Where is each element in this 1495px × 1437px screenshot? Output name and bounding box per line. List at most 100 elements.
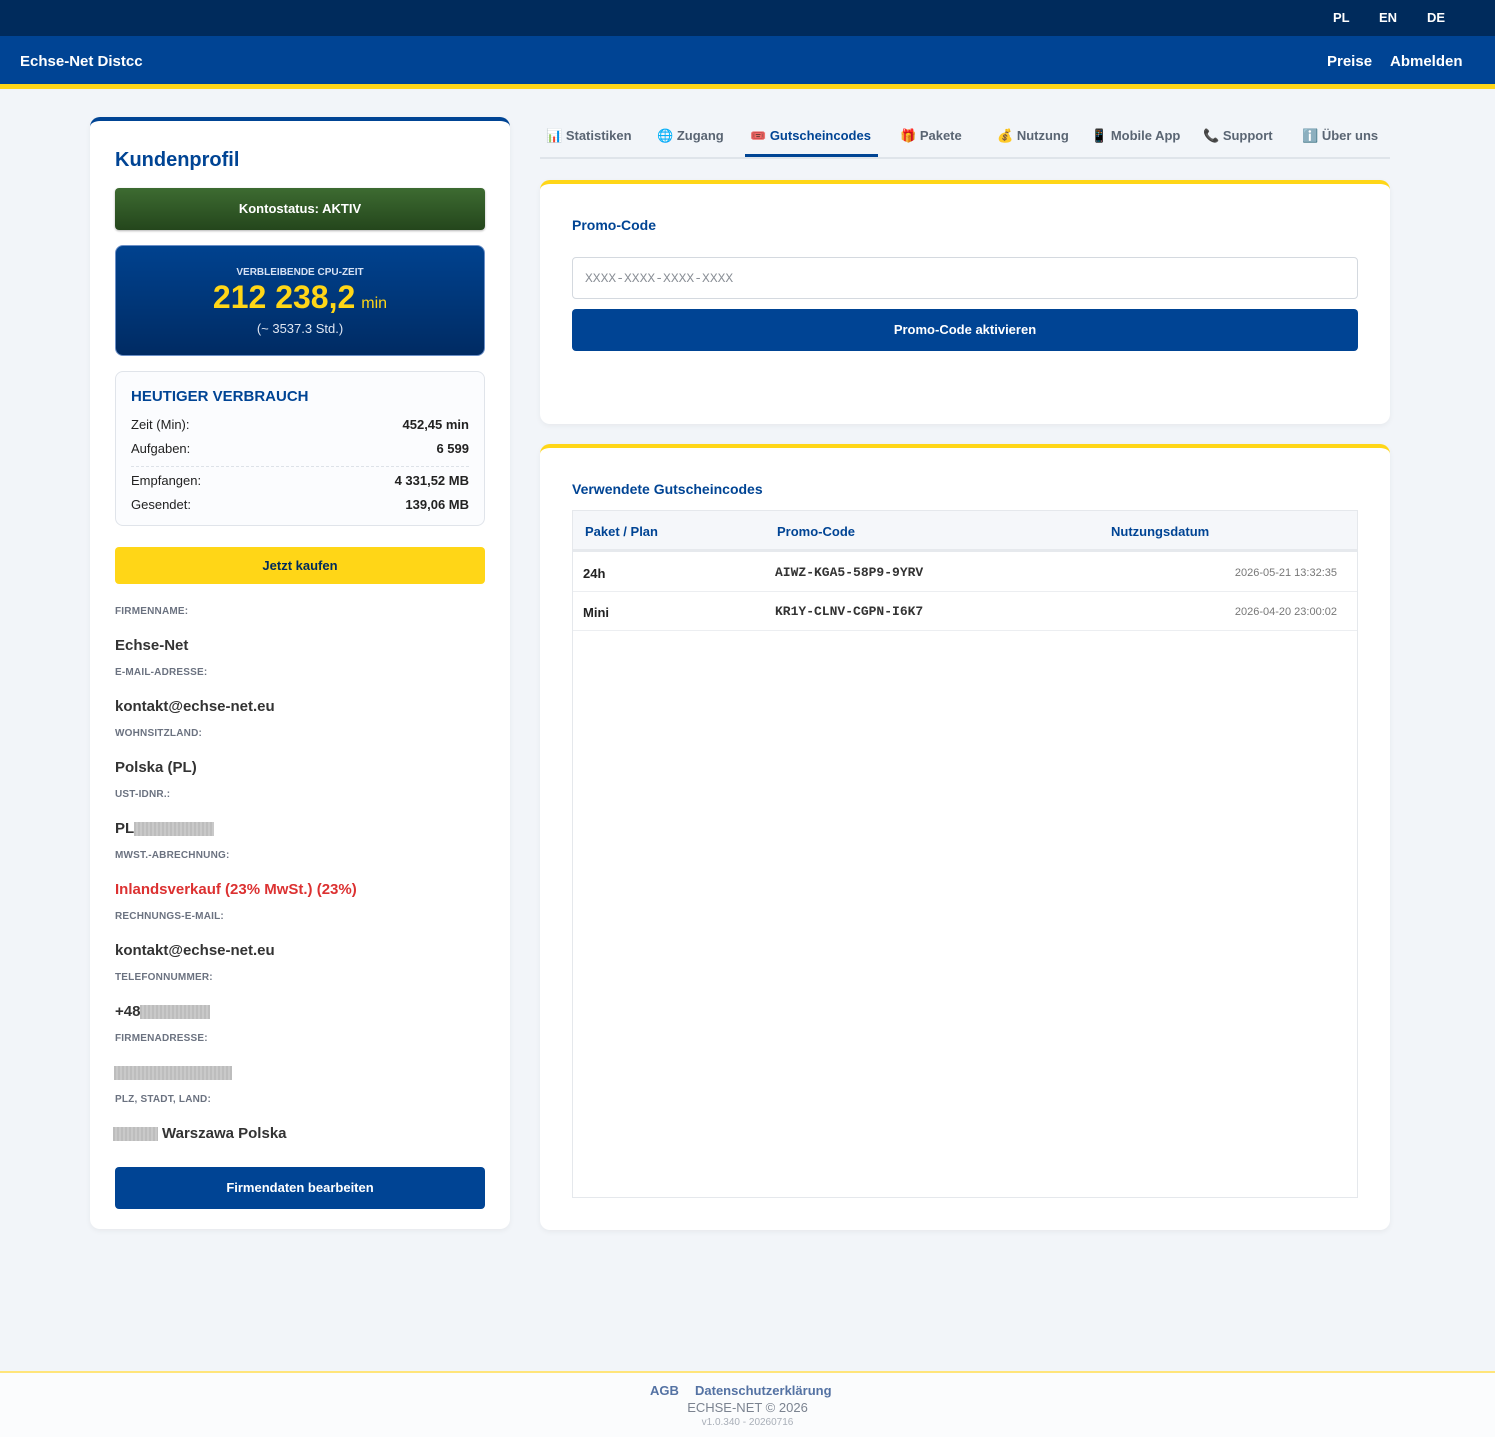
- usage-label: Aufgaben:: [131, 441, 191, 456]
- tab-support[interactable]: 📞 Support: [1203, 128, 1273, 144]
- tab-packages[interactable]: 🎁 Pakete: [900, 128, 962, 144]
- edit-company-data-button[interactable]: Firmendaten bearbeiten: [115, 1167, 485, 1209]
- nav-prices-link[interactable]: Preise: [1327, 53, 1372, 70]
- tab-usage[interactable]: 💰 Nutzung: [997, 128, 1069, 144]
- tab-label: Zugang: [676, 128, 724, 143]
- usage-divider: [131, 466, 469, 467]
- company-address-value-row: [114, 1064, 232, 1081]
- tab-bar: 📊 Statistiken 🌐 Zugang 🎟️ Gutscheincodes…: [540, 118, 1390, 159]
- customer-profile-card: Kundenprofil Kontostatus: AKTIV VERBLEIB…: [90, 117, 510, 1229]
- tab-access[interactable]: 🌐 Zugang: [657, 128, 724, 144]
- lang-pl-link[interactable]: PL: [1333, 10, 1350, 25]
- nav-logout-link[interactable]: Abmelden: [1390, 53, 1463, 70]
- page-footer: AGB Datenschutzerklärung ECHSE-NET © 202…: [0, 1371, 1495, 1437]
- telephone-icon: 📞: [1203, 128, 1220, 143]
- info-icon: ℹ️: [1302, 128, 1319, 143]
- company-address-label: FIRMENADRESSE:: [115, 1033, 208, 1044]
- promo-code-input[interactable]: [572, 257, 1358, 299]
- table-header: Paket / Plan Promo-Code Nutzungsdatum: [573, 511, 1357, 552]
- cpu-time-value: 212 238,2: [212, 279, 356, 315]
- main-navbar: Echse-Net Distcc Preise Abmelden: [0, 36, 1495, 89]
- zip-city-country-value-row: Warszawa Polska: [113, 1125, 287, 1142]
- tab-vouchers[interactable]: 🎟️ Gutscheincodes: [750, 128, 871, 144]
- usage-label: Zeit (Min):: [131, 417, 190, 432]
- column-header-code[interactable]: Promo-Code: [777, 524, 855, 539]
- tab-statistics[interactable]: 📊 Statistiken: [546, 128, 632, 144]
- company-name-value: Echse-Net: [115, 637, 189, 654]
- usage-value: 452,45 min: [402, 417, 470, 432]
- version-text: v1.0.340 - 20260716: [701, 1417, 794, 1428]
- tab-label: Mobile App: [1110, 128, 1181, 143]
- tab-label: Pakete: [919, 128, 962, 143]
- mobile-phone-icon: 📱: [1091, 128, 1108, 143]
- redacted-block: [113, 1127, 158, 1142]
- lang-en-link[interactable]: EN: [1379, 10, 1397, 25]
- invoice-email-value: kontakt@echse-net.eu: [115, 942, 275, 959]
- row-date: 2026-05-21 13:32:35: [1234, 567, 1337, 579]
- tab-about[interactable]: ℹ️ Über uns: [1302, 128, 1378, 144]
- row-plan: 24h: [583, 566, 606, 581]
- active-tab-indicator: [745, 154, 878, 157]
- email-label: E-MAIL-ADRESSE:: [115, 667, 208, 678]
- row-code: KR1Y-CLNV-CGPN-I6K7: [775, 604, 924, 619]
- privacy-policy-link[interactable]: Datenschutzerklärung: [695, 1383, 832, 1398]
- company-name-label: FIRMENNAME:: [115, 606, 189, 617]
- residence-country-value: Polska (PL): [115, 759, 197, 776]
- lang-de-link[interactable]: DE: [1427, 10, 1445, 25]
- top-bar: PL EN DE: [0, 0, 1495, 36]
- zip-city-country-value: Warszawa Polska: [162, 1125, 287, 1142]
- vat-billing-value: Inlandsverkauf (23% MwSt.) (23%): [115, 881, 357, 898]
- globe-icon: 🌐: [657, 128, 674, 143]
- ticket-icon: 🎟️: [750, 128, 767, 143]
- today-usage-panel: HEUTIGER VERBRAUCH Zeit (Min): 452,45 mi…: [115, 371, 485, 526]
- brand-name[interactable]: Echse-Net Distcc: [20, 53, 143, 70]
- today-usage-title: HEUTIGER VERBRAUCH: [131, 388, 309, 405]
- used-vouchers-title: Verwendete Gutscheincodes: [572, 481, 763, 497]
- email-value: kontakt@echse-net.eu: [115, 698, 275, 715]
- account-status-badge: Kontostatus: AKTIV: [115, 188, 485, 230]
- residence-country-label: WOHNSITZLAND:: [115, 728, 203, 739]
- table-row: Mini KR1Y-CLNV-CGPN-I6K7 2026-04-20 23:0…: [573, 592, 1357, 631]
- tab-label: Support: [1222, 128, 1273, 143]
- cpu-time-value-row: 212 238,2 min: [116, 279, 484, 316]
- cpu-time-panel: VERBLEIBENDE CPU-ZEIT 212 238,2 min (~ 35…: [115, 245, 485, 356]
- usage-value: 4 331,52 MB: [394, 473, 469, 488]
- vat-id-label: UST-IDNR.:: [115, 789, 171, 800]
- column-header-date[interactable]: Nutzungsdatum: [1111, 524, 1209, 539]
- gift-icon: 🎁: [900, 128, 917, 143]
- usage-label: Empfangen:: [131, 473, 202, 488]
- money-bag-icon: 💰: [997, 128, 1014, 143]
- tab-label: Nutzung: [1016, 128, 1069, 143]
- row-plan: Mini: [583, 605, 609, 620]
- buy-now-button[interactable]: Jetzt kaufen: [115, 547, 485, 584]
- vat-id-value: PL: [115, 820, 135, 837]
- phone-label: TELEFONNUMMER:: [115, 972, 213, 983]
- terms-link[interactable]: AGB: [650, 1383, 679, 1398]
- phone-value-row: +48: [115, 1003, 211, 1020]
- usage-label: Gesendet:: [131, 497, 191, 512]
- used-vouchers-card: Verwendete Gutscheincodes Paket / Plan P…: [540, 444, 1390, 1230]
- profile-title: Kundenprofil: [115, 149, 240, 171]
- vat-id-value-row: PL: [115, 820, 215, 837]
- tab-label: Über uns: [1321, 128, 1379, 143]
- usage-value: 6 599: [436, 441, 469, 456]
- chart-icon: 📊: [546, 128, 563, 143]
- row-code: AIWZ-KGA5-58P9-9YRV: [775, 565, 924, 580]
- phone-value: +48: [115, 1003, 141, 1020]
- promo-code-title: Promo-Code: [572, 217, 656, 233]
- zip-city-country-label: PLZ, STADT, LAND:: [115, 1094, 211, 1105]
- redacted-block: [134, 822, 215, 837]
- activate-promo-code-button[interactable]: Promo-Code aktivieren: [572, 309, 1358, 351]
- tab-label: Statistiken: [565, 128, 632, 143]
- redacted-block: [114, 1066, 232, 1081]
- tab-mobile-app[interactable]: 📱 Mobile App: [1091, 128, 1180, 144]
- usage-value: 139,06 MB: [405, 497, 469, 512]
- promo-code-card: Promo-Code Promo-Code aktivieren: [540, 180, 1390, 424]
- tab-label: Gutscheincodes: [769, 128, 871, 143]
- vat-billing-label: MWST.-ABRECHNUNG:: [115, 850, 230, 861]
- row-date: 2026-04-20 23:00:02: [1234, 606, 1337, 618]
- used-vouchers-table: Paket / Plan Promo-Code Nutzungsdatum 24…: [572, 510, 1358, 1198]
- cpu-time-label: VERBLEIBENDE CPU-ZEIT: [236, 267, 364, 278]
- column-header-plan[interactable]: Paket / Plan: [585, 524, 658, 539]
- cpu-time-hours: (~ 3537.3 Std.): [256, 321, 344, 336]
